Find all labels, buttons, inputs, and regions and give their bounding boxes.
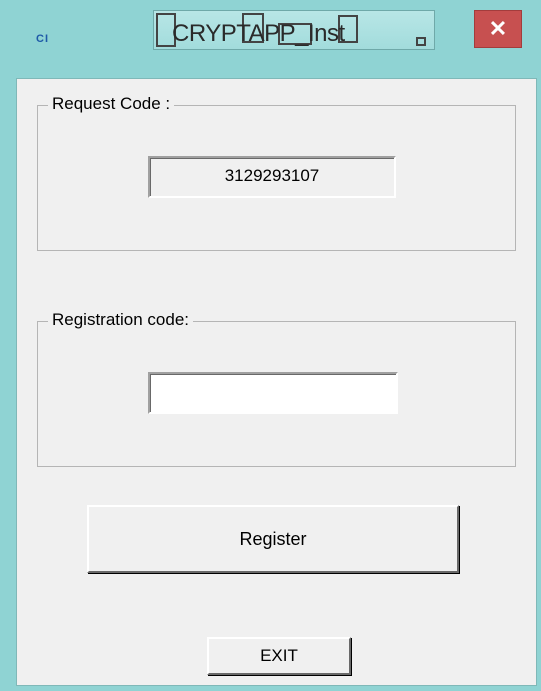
dialog-client-area: Request Code : 3129293107 Registration c… (16, 78, 537, 686)
request-code-group: Request Code : 3129293107 (37, 94, 516, 251)
registration-code-label: Registration code: (48, 310, 194, 330)
registration-code-group: Registration code: (37, 310, 516, 467)
registration-code-input[interactable] (148, 372, 398, 414)
app-icon: CI (36, 33, 49, 45)
close-button[interactable]: ✕ (474, 10, 522, 48)
window-title: CRYPTAPP_Inst (172, 20, 345, 47)
application-window: CI CRYPTAPP_Inst ✕ Request Code : 312929… (0, 0, 541, 691)
request-code-field: 3129293107 (148, 156, 396, 198)
exit-button[interactable]: EXIT (207, 637, 351, 675)
request-code-label: Request Code : (48, 94, 175, 114)
title-strip: CRYPTAPP_Inst (153, 10, 435, 50)
close-icon: ✕ (488, 16, 508, 41)
ghost-frame-icon (416, 37, 426, 46)
register-button[interactable]: Register (87, 505, 459, 573)
title-bar[interactable]: CI CRYPTAPP_Inst ✕ (0, 0, 541, 80)
